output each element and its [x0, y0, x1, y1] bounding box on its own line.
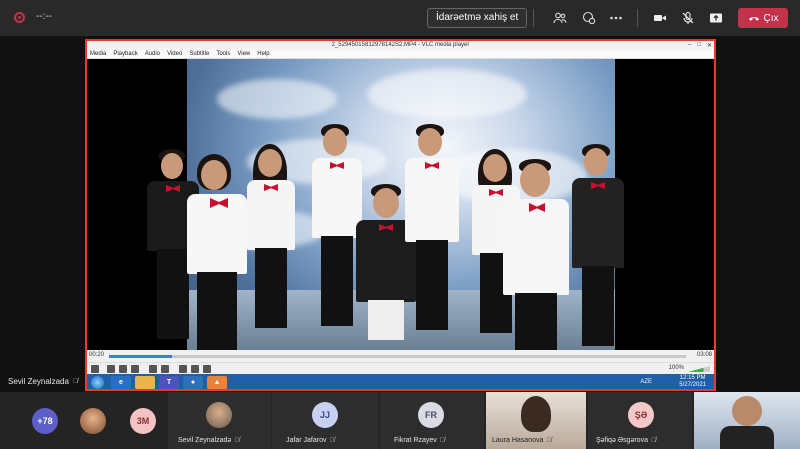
clock-time: 12:15 PM — [679, 375, 706, 381]
shuffle-icon[interactable] — [203, 365, 211, 373]
time-elapsed: 00:20 — [89, 352, 105, 358]
vlc-menu-bar: Media Playback Audio Video Subtitle Tool… — [87, 50, 714, 59]
playlist-icon[interactable] — [179, 365, 187, 373]
camera-icon[interactable] — [650, 8, 670, 28]
presenter-label: Sevil Zeynalzada 🎙̸ — [8, 377, 78, 386]
participant-video-person — [732, 396, 762, 426]
participant-name: Laura Hasanova — [492, 437, 544, 444]
participant-name: Jafar Jafarov — [286, 437, 327, 444]
participant-video-tile[interactable] — [694, 392, 800, 449]
participant-name-row: Sevil Zeynalzadə 🎙̸ — [178, 437, 240, 444]
maximize-icon[interactable]: □ — [697, 42, 701, 49]
mic-off-icon: 🎙̸ — [439, 437, 446, 444]
vlc-window-title: 2_52945015812978142S2.MP4 - VLC media pl… — [87, 41, 714, 50]
menu-video[interactable]: Video — [167, 50, 182, 58]
participant-photo-avatar — [206, 402, 232, 428]
participant-name-row: Fikrat Rzayev 🎙̸ — [394, 437, 445, 444]
presenter-name: Sevil Zeynalzada — [8, 377, 69, 386]
video-frame[interactable] — [87, 59, 714, 350]
participant-video-person — [521, 396, 551, 432]
leave-button[interactable]: Çıx — [738, 8, 788, 28]
vlc-seek-bar[interactable]: 00:20 03:08 — [87, 350, 714, 362]
people-icon[interactable] — [550, 8, 570, 28]
mic-off-icon: 🎙̸ — [72, 378, 79, 385]
ie-icon[interactable]: e — [111, 376, 131, 389]
volume-label: 100% — [668, 365, 684, 371]
seek-progress — [109, 355, 173, 358]
volume-slider[interactable] — [688, 366, 710, 372]
menu-audio[interactable]: Audio — [145, 50, 160, 58]
pause-icon[interactable] — [91, 365, 99, 373]
vlc-controls: 100% — [87, 362, 714, 374]
participant-name-row: Jafar Jafarov 🎙̸ — [286, 437, 335, 444]
participant-tile[interactable]: Sevil Zeynalzadə 🎙̸ — [168, 392, 271, 449]
fullscreen-icon[interactable] — [149, 365, 157, 373]
participant-name-row: Laura Hasanova 🎙̸ — [492, 437, 552, 444]
language-indicator[interactable]: AZE — [640, 379, 652, 385]
participant-initials-avatar: 3M — [130, 408, 156, 434]
participant-initials-avatar: ŞƏ — [628, 402, 654, 428]
participant-name: Şəfiqə Əsgərova — [596, 437, 648, 444]
meeting-toolbar: --:-- İdarəetmə xahiş et Çıx — [0, 0, 800, 36]
chrome-icon[interactable]: ● — [183, 376, 203, 389]
menu-playback[interactable]: Playback — [113, 50, 137, 58]
participant-tile[interactable]: JJ Jafar Jafarov 🎙̸ — [272, 392, 378, 449]
loop-icon[interactable] — [191, 365, 199, 373]
toolbar-divider — [533, 9, 534, 27]
more-participants-badge[interactable]: +78 — [32, 408, 58, 434]
toolbar-divider — [637, 9, 638, 27]
shared-screen: 2_52945015812978142S2.MP4 - VLC media pl… — [85, 39, 716, 391]
time-total: 03:08 — [696, 352, 712, 358]
participant-initials-avatar: JJ — [312, 402, 338, 428]
participant-video-tile[interactable]: Laura Hasanova 🎙̸ — [486, 392, 586, 449]
menu-view[interactable]: View — [237, 50, 250, 58]
menu-media[interactable]: Media — [90, 50, 106, 58]
request-control-button[interactable]: İdarəetmə xahiş et — [427, 8, 528, 28]
folder-icon[interactable] — [135, 376, 155, 389]
stop-icon[interactable] — [119, 365, 127, 373]
seek-track[interactable] — [109, 355, 686, 358]
participant-tile[interactable]: ŞƏ Şəfiqə Əsgərova 🎙̸ — [588, 392, 692, 449]
participant-strip: +78 3M Sevil Zeynalzadə 🎙̸ JJ Jafar Jafa… — [0, 392, 800, 449]
clock-date: 5/27/2021 — [679, 382, 706, 388]
mic-off-icon: 🎙̸ — [546, 437, 552, 444]
window-controls: – □ ✕ — [688, 42, 712, 49]
recording-icon — [14, 12, 25, 23]
participant-photo-avatar — [80, 408, 106, 434]
participant-name-row: Şəfiqə Əsgərova 🎙̸ — [596, 437, 656, 444]
start-icon[interactable] — [91, 376, 104, 389]
menu-subtitle[interactable]: Subtitle — [189, 50, 209, 58]
shared-screen-stage: 2_52945015812978142S2.MP4 - VLC media pl… — [0, 36, 800, 392]
chat-icon[interactable] — [579, 8, 599, 28]
leave-label: Çıx — [763, 12, 779, 24]
windows-taskbar: e T ● ▲ AZE 12:15 PM 5/27/2021 — [87, 374, 714, 389]
share-icon[interactable] — [706, 8, 726, 28]
teams-icon[interactable]: T — [159, 376, 179, 389]
more-icon[interactable] — [606, 8, 626, 28]
close-icon[interactable]: ✕ — [707, 42, 712, 49]
participant-name: Fikrat Rzayev — [394, 437, 437, 444]
mic-off-icon[interactable] — [678, 8, 698, 28]
menu-tools[interactable]: Tools — [216, 50, 230, 58]
next-icon[interactable] — [131, 365, 139, 373]
participant-tile[interactable]: FR Fikrat Rzayev 🎙̸ — [380, 392, 484, 449]
meeting-timer: --:-- — [36, 11, 53, 22]
minimize-icon[interactable]: – — [688, 42, 691, 49]
mic-off-icon: 🎙̸ — [234, 437, 240, 444]
vlc-icon[interactable]: ▲ — [207, 376, 227, 389]
settings-icon[interactable] — [161, 365, 169, 373]
previous-icon[interactable] — [107, 365, 115, 373]
mic-off-icon: 🎙̸ — [650, 437, 657, 444]
system-clock[interactable]: 12:15 PM 5/27/2021 — [679, 375, 706, 389]
menu-help[interactable]: Help — [257, 50, 269, 58]
participant-video-body — [720, 426, 774, 449]
participant-name: Sevil Zeynalzadə — [178, 437, 232, 444]
participant-initials-avatar: FR — [418, 402, 444, 428]
mic-off-icon: 🎙̸ — [329, 437, 335, 444]
phone-icon — [748, 17, 759, 21]
